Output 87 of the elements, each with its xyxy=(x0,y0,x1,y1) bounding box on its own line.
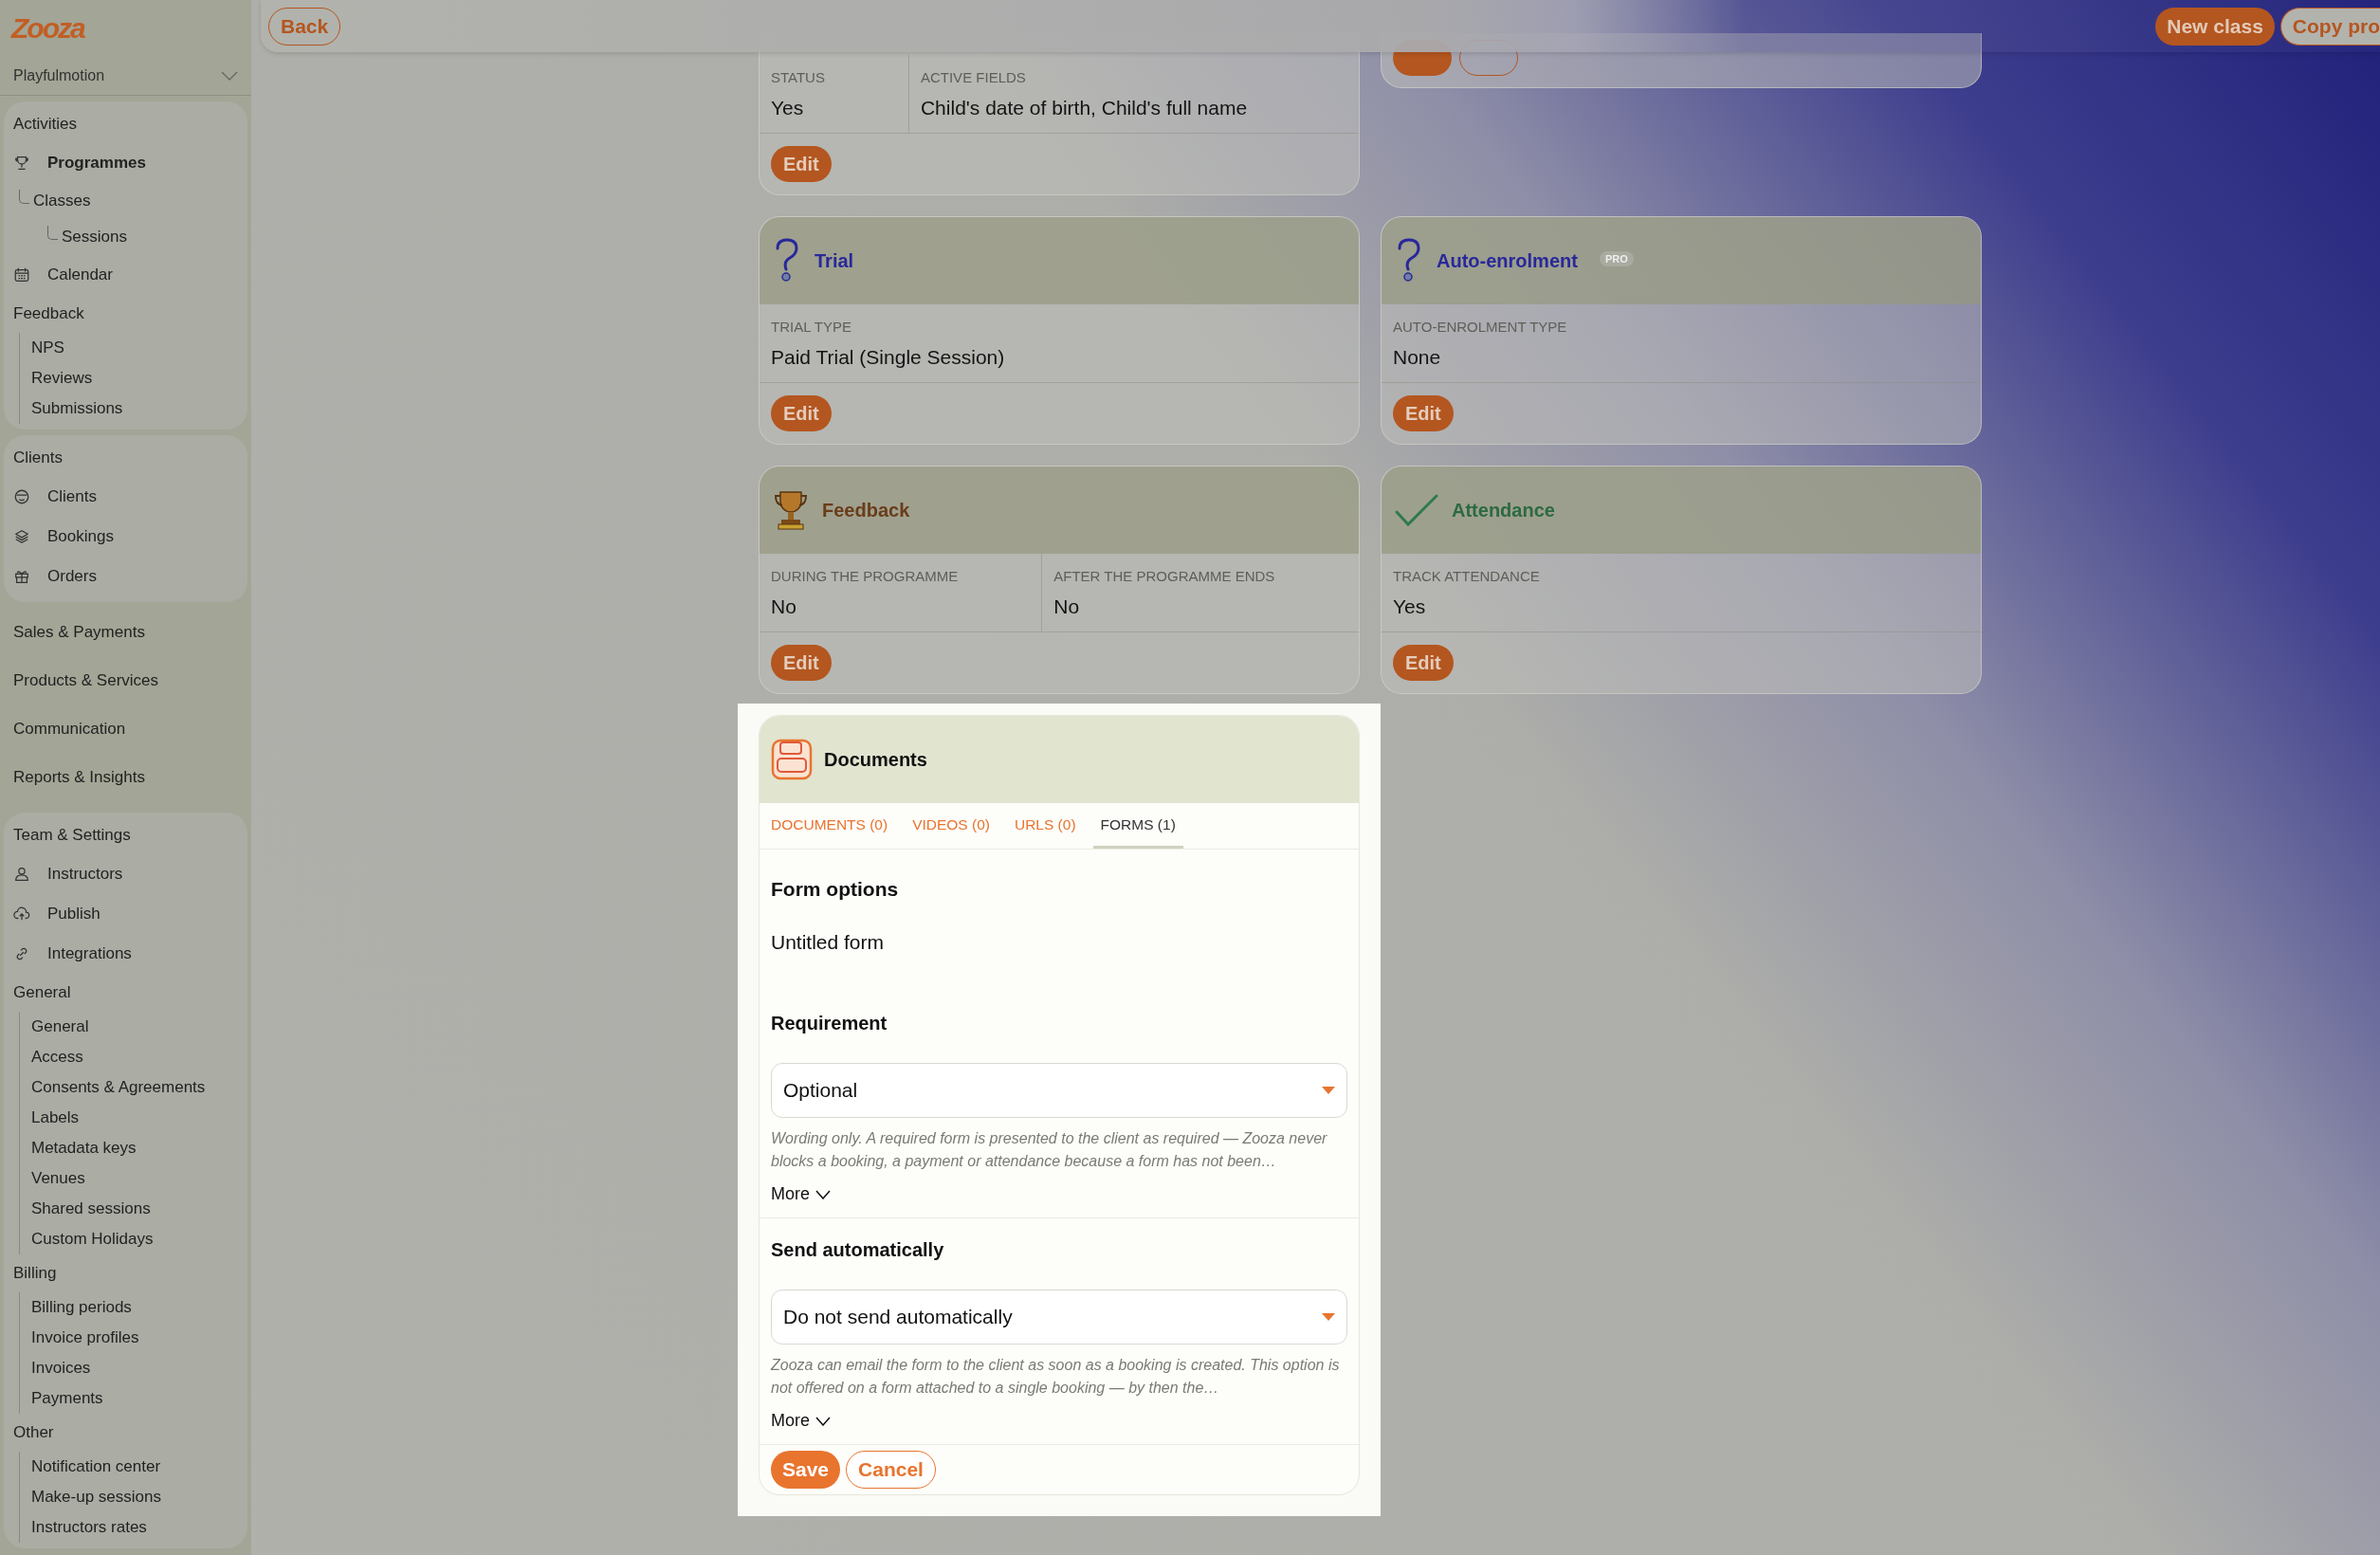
menu-item[interactable]: Make-up sessions xyxy=(31,1488,161,1507)
menu-heading[interactable]: Other xyxy=(13,1423,54,1442)
field-label: STATUS xyxy=(771,68,825,87)
organization-selector[interactable]: Playfulmotion xyxy=(0,44,251,96)
dropdown[interactable]: Do not send automatically xyxy=(771,1290,1347,1345)
card-title: Trial xyxy=(815,249,854,272)
menu-item[interactable]: Submissions xyxy=(31,399,123,418)
menu-item[interactable]: Custom Holidays xyxy=(31,1230,154,1249)
gift-icon xyxy=(13,568,30,585)
pro-badge: PRO xyxy=(1600,251,1634,266)
field-value: None xyxy=(1393,345,1442,370)
menu-item[interactable]: Integrations xyxy=(47,944,132,963)
calendar-icon xyxy=(13,266,30,284)
caret-icon xyxy=(1322,1313,1335,1321)
field-label: ACTIVE FIELDS xyxy=(920,68,1027,87)
menu-heading[interactable]: General xyxy=(13,983,71,1002)
field-value: No xyxy=(771,595,797,619)
chevron-down-icon xyxy=(815,1189,831,1199)
menu-heading[interactable]: Reports & Insights xyxy=(13,767,145,787)
field-value: No xyxy=(1053,595,1081,619)
menu-item[interactable]: NPS xyxy=(31,338,64,357)
field-label: TRIAL TYPE xyxy=(771,318,853,337)
menu-item[interactable]: Venues xyxy=(31,1169,85,1188)
menu-heading[interactable]: Activities xyxy=(13,115,78,134)
face-icon xyxy=(13,488,30,505)
field-label: TRACK ATTENDANCE xyxy=(1393,567,1541,586)
card-title: Attendance xyxy=(1452,499,1555,521)
field-label: AUTO-ENROLMENT TYPE xyxy=(1393,318,1568,337)
menu-item[interactable]: Instructors rates xyxy=(31,1518,147,1537)
menu-item[interactable]: Consents & Agreements xyxy=(31,1078,206,1097)
menu-item[interactable]: Reviews xyxy=(31,369,93,388)
menu-heading[interactable]: Billing xyxy=(13,1264,57,1283)
menu-heading[interactable]: Communication xyxy=(13,719,126,739)
card-title: Documents xyxy=(824,748,927,771)
trophy-icon xyxy=(13,155,30,172)
menu-heading[interactable]: Team & Settings xyxy=(13,826,131,845)
layers-icon xyxy=(13,528,30,545)
menu-item[interactable]: Bookings xyxy=(47,527,114,546)
menu-item[interactable]: Publish xyxy=(47,905,101,924)
menu-item[interactable]: Programmes xyxy=(47,154,146,173)
menu-item[interactable]: General xyxy=(31,1017,89,1036)
menu-item[interactable]: Classes xyxy=(33,192,91,210)
menu-item[interactable]: Labels xyxy=(31,1108,80,1127)
menu-item[interactable]: Metadata keys xyxy=(31,1139,137,1158)
hint-text: Wording only. A required form is presented to the client as required — Zooza never blocks a booking, a payment or attendance because a form has not been… xyxy=(771,1129,1328,1171)
pill-button[interactable] xyxy=(1393,40,1452,76)
menu-item[interactable]: Shared sessions xyxy=(31,1199,151,1218)
menu-heading[interactable]: Feedback xyxy=(13,304,84,323)
field-value: Yes xyxy=(771,96,805,120)
menu-heading[interactable]: Products & Services xyxy=(13,670,159,690)
field-value: Paid Trial (Single Session) xyxy=(771,345,1006,370)
field-value: Child's date of birth, Child's full name xyxy=(920,96,1249,120)
menu-item[interactable]: Sessions xyxy=(62,228,127,247)
chevron-down-icon xyxy=(221,71,238,81)
setting-label: Requirement xyxy=(771,1012,888,1034)
menu-item[interactable]: Invoices xyxy=(31,1359,91,1378)
menu-item[interactable]: Orders xyxy=(47,567,97,586)
field-label: AFTER THE PROGRAMME ENDS xyxy=(1053,567,1276,586)
menu-item[interactable]: Invoice profiles xyxy=(31,1328,139,1347)
card-title: Feedback xyxy=(822,499,910,521)
menu-item[interactable]: Billing periods xyxy=(31,1298,132,1317)
hint-text: Zooza can email the form to the client as soon as a booking is created. This option is not offered on a form attached to a single booking — by then the… xyxy=(771,1356,1341,1398)
menu-item[interactable]: Clients xyxy=(47,487,97,506)
chevron-down-icon xyxy=(815,1416,831,1426)
setting-label: Send automatically xyxy=(771,1238,945,1261)
card-title: Auto-enrolment xyxy=(1437,249,1578,272)
dropdown[interactable]: Optional xyxy=(771,1063,1347,1118)
menu-item[interactable]: Payments xyxy=(31,1389,103,1408)
trophy-icon xyxy=(773,489,809,531)
tab[interactable]: FORMS (1) xyxy=(1092,803,1183,849)
check-icon xyxy=(1395,493,1438,527)
menu-item[interactable]: Instructors xyxy=(47,865,123,884)
menu-item[interactable]: Calendar xyxy=(47,265,113,284)
person-icon xyxy=(13,866,30,883)
menu-heading[interactable]: Sales & Payments xyxy=(13,622,145,642)
field-value: Yes xyxy=(1393,595,1427,619)
more-toggle[interactable]: More xyxy=(771,1411,831,1431)
cloud-upload-icon xyxy=(13,906,30,923)
menu-heading[interactable]: Clients xyxy=(13,448,63,467)
more-toggle[interactable]: More xyxy=(771,1184,831,1204)
field-label: DURING THE PROGRAMME xyxy=(771,567,959,586)
document-icon xyxy=(771,739,813,780)
caret-icon xyxy=(1322,1087,1335,1094)
menu-item[interactable]: Notification center xyxy=(31,1457,161,1476)
section-heading: Form options xyxy=(771,877,900,901)
menu-item[interactable]: Access xyxy=(31,1048,83,1067)
form-name: Untitled form xyxy=(771,930,886,955)
